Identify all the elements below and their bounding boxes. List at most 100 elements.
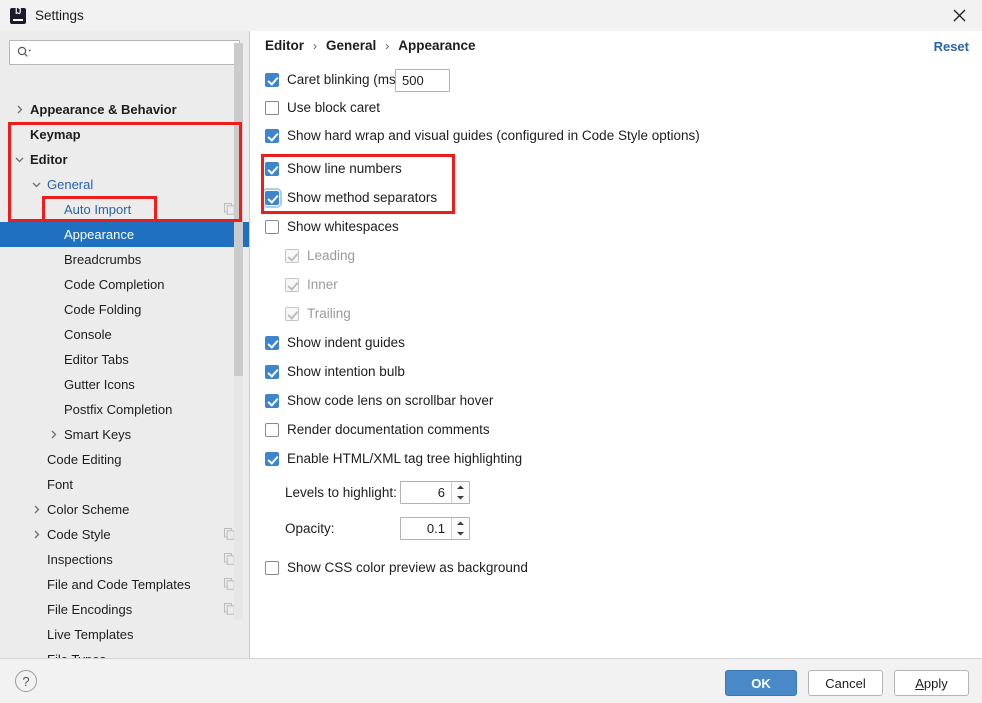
sidebar-item-label: Gutter Icons [64, 377, 135, 392]
option-show-css-color-preview[interactable]: Show CSS color preview as background [265, 560, 528, 575]
option-show-whitespaces[interactable]: Show whitespaces [265, 219, 399, 234]
option-show-method-separators[interactable]: Show method separators [262, 187, 438, 208]
checkbox-caret-blinking[interactable] [265, 72, 279, 87]
sidebar-item-editor[interactable]: Editor [0, 147, 249, 172]
sidebar-item-postfix-completion[interactable]: Postfix Completion [0, 397, 249, 422]
sidebar-item-code-style[interactable]: Code Style [0, 522, 249, 547]
sidebar-item-breadcrumbs[interactable]: Breadcrumbs [0, 247, 249, 272]
search-input[interactable] [36, 42, 239, 63]
close-button[interactable] [936, 0, 982, 31]
settings-tree[interactable]: Appearance & Behavior Keymap Editor General… [0, 97, 249, 686]
sidebar-item-inspections[interactable]: Inspections [0, 547, 249, 572]
levels-to-highlight-input[interactable] [401, 482, 451, 503]
search-box[interactable] [9, 40, 240, 65]
checkbox-show-intention-bulb[interactable] [265, 364, 279, 379]
sidebar-item-file-encodings[interactable]: File Encodings [0, 597, 249, 622]
chevron-right-icon[interactable] [13, 97, 25, 122]
reset-link[interactable]: Reset [934, 39, 969, 54]
sidebar-item-general[interactable]: General [0, 172, 249, 197]
checkbox-show-indent-guides[interactable] [265, 335, 279, 350]
sidebar-item-keymap[interactable]: Keymap [0, 122, 249, 147]
checkbox-show-css-color-preview[interactable] [265, 560, 279, 575]
stepper-down-icon[interactable] [452, 493, 469, 504]
option-label: Inner [307, 277, 338, 292]
apply-rest: pply [923, 675, 948, 691]
sidebar-item-file-and-code-templates[interactable]: File and Code Templates [0, 572, 249, 597]
option-label: Leading [307, 248, 356, 263]
sidebar-item-smart-keys[interactable]: Smart Keys [0, 422, 249, 447]
option-leading: Leading [285, 248, 355, 263]
caret-blinking-input[interactable] [395, 69, 450, 92]
checkbox-show-hard-wrap[interactable] [265, 128, 279, 143]
settings-detail-pane: Editor › General › Appearance Reset Care… [250, 31, 982, 658]
option-caret-blinking[interactable]: Caret blinking (ms): [265, 72, 404, 87]
option-show-code-lens[interactable]: Show code lens on scrollbar hover [265, 393, 493, 408]
option-use-block-caret[interactable]: Use block caret [265, 100, 380, 115]
opacity-stepper[interactable] [400, 517, 470, 540]
option-label: Use block caret [287, 100, 381, 115]
sidebar-item-label: Inspections [47, 552, 113, 567]
chevron-right-icon[interactable] [30, 522, 42, 547]
option-label: Enable HTML/XML tag tree highlighting [287, 451, 523, 466]
sidebar-item-appearance-behavior[interactable]: Appearance & Behavior [0, 97, 249, 122]
checkbox-show-method-separators[interactable] [262, 187, 282, 208]
sidebar-item-label: Code Editing [47, 452, 122, 467]
ok-button[interactable]: OK [725, 670, 797, 696]
breadcrumb-separator-icon: › [385, 38, 390, 53]
checkbox-use-block-caret[interactable] [265, 100, 279, 115]
opacity-row: Opacity: [285, 517, 470, 540]
checkbox-enable-tag-tree-highlighting[interactable] [265, 451, 279, 466]
checkbox-render-documentation-comments[interactable] [265, 422, 279, 437]
stepper-up-icon[interactable] [452, 482, 469, 493]
sidebar-item-auto-import[interactable]: Auto Import [0, 197, 249, 222]
stepper-buttons[interactable] [451, 482, 469, 503]
sidebar-item-color-scheme[interactable]: Color Scheme [0, 497, 249, 522]
sidebar-item-label: Breadcrumbs [64, 252, 142, 267]
help-button[interactable]: ? [15, 670, 37, 692]
option-show-line-numbers[interactable]: Show line numbers [265, 161, 402, 176]
sidebar-item-appearance[interactable]: Appearance [0, 222, 249, 247]
checkbox-show-whitespaces[interactable] [265, 219, 279, 234]
option-show-intention-bulb[interactable]: Show intention bulb [265, 364, 405, 379]
sidebar-scrollbar-thumb[interactable] [234, 43, 243, 376]
option-label: Render documentation comments [287, 422, 490, 437]
sidebar-item-label: Editor Tabs [64, 352, 129, 367]
checkbox-leading [285, 248, 299, 263]
chevron-right-icon[interactable] [30, 497, 42, 522]
option-show-hard-wrap[interactable]: Show hard wrap and visual guides (config… [265, 128, 700, 143]
sidebar-item-gutter-icons[interactable]: Gutter Icons [0, 372, 249, 397]
checkbox-inner [285, 277, 299, 292]
apply-button[interactable]: Apply [894, 670, 969, 696]
breadcrumb-item-general[interactable]: General [326, 38, 376, 53]
option-show-indent-guides[interactable]: Show indent guides [265, 335, 405, 350]
checkbox-show-code-lens[interactable] [265, 393, 279, 408]
sidebar-item-console[interactable]: Console [0, 322, 249, 347]
sidebar-item-code-editing[interactable]: Code Editing [0, 447, 249, 472]
opacity-input[interactable] [401, 518, 451, 539]
checkbox-show-line-numbers[interactable] [265, 161, 279, 176]
sidebar-item-editor-tabs[interactable]: Editor Tabs [0, 347, 249, 372]
stepper-down-icon[interactable] [452, 529, 469, 540]
sidebar-item-code-completion[interactable]: Code Completion [0, 272, 249, 297]
option-label: Show method separators [287, 190, 438, 205]
opacity-label: Opacity: [285, 521, 335, 536]
chevron-right-icon[interactable] [47, 422, 59, 447]
option-label: Show line numbers [287, 161, 402, 176]
breadcrumb: Editor › General › Appearance [265, 38, 476, 53]
chevron-down-icon[interactable] [30, 172, 42, 197]
breadcrumb-item-editor[interactable]: Editor [265, 38, 304, 53]
sidebar-item-live-templates[interactable]: Live Templates [0, 622, 249, 647]
stepper-buttons[interactable] [451, 518, 469, 539]
sidebar-item-label: Code Folding [64, 302, 142, 317]
sidebar-item-code-folding[interactable]: Code Folding [0, 297, 249, 322]
sidebar-item-label: Smart Keys [64, 427, 132, 442]
sidebar-item-label: Editor [30, 152, 68, 167]
stepper-up-icon[interactable] [452, 518, 469, 529]
option-label: Show code lens on scrollbar hover [287, 393, 494, 408]
sidebar-item-font[interactable]: Font [0, 472, 249, 497]
option-render-documentation-comments[interactable]: Render documentation comments [265, 422, 490, 437]
chevron-down-icon[interactable] [13, 147, 25, 172]
option-enable-html-xml-tag-tree-highlighting[interactable]: Enable HTML/XML tag tree highlighting [265, 451, 522, 466]
cancel-button[interactable]: Cancel [808, 670, 883, 696]
levels-to-highlight-stepper[interactable] [400, 481, 470, 504]
